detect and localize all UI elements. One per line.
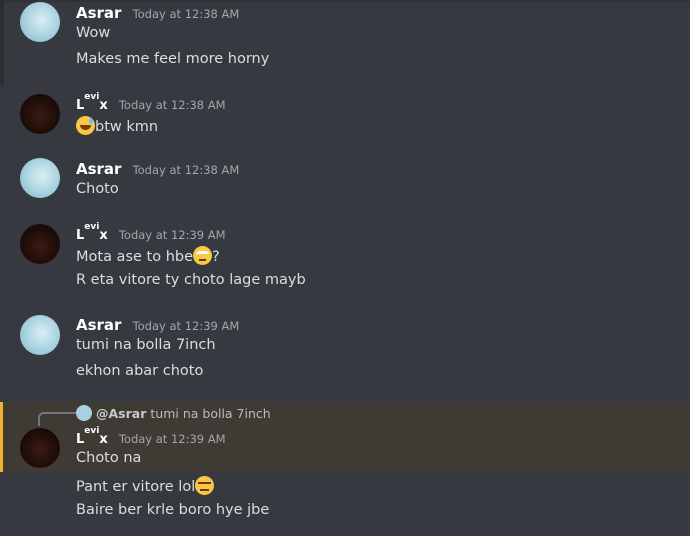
message-text: Choto [76, 181, 119, 197]
username[interactable]: Asrar [76, 160, 121, 178]
expressionless-emoji-icon [195, 476, 215, 495]
avatar[interactable] [20, 315, 60, 355]
message-header: Leviⅹ Today at 12:39 AM [76, 426, 226, 447]
reply-preview[interactable]: @Asrar tumi na bolla 7inch [76, 405, 271, 421]
username[interactable]: Leviⅹ [76, 222, 108, 243]
reply-text: tumi na bolla 7inch [150, 406, 271, 421]
message-text: ekhon abar choto [76, 363, 204, 379]
timestamp: Today at 12:39 AM [132, 319, 240, 333]
username[interactable]: Leviⅹ [76, 426, 108, 447]
message-header: Asrar Today at 12:38 AM [76, 159, 239, 178]
avatar[interactable] [20, 158, 60, 198]
message-text: Makes me feel more horny [76, 51, 270, 67]
timestamp: Today at 12:38 AM [132, 163, 240, 177]
left-edge [0, 0, 4, 85]
message-text: Baire ber krle boro hye jbe [76, 502, 270, 518]
avatar[interactable] [20, 2, 60, 42]
avatar[interactable] [20, 94, 60, 134]
reply-avatar [76, 405, 92, 421]
username[interactable]: Asrar [76, 4, 121, 22]
username[interactable]: Leviⅹ [76, 92, 108, 113]
reply-connector [38, 412, 76, 426]
username[interactable]: Asrar [76, 316, 121, 334]
message-header: Leviⅹ Today at 12:38 AM [76, 92, 226, 113]
message-text: R eta vitore ty choto lage mayb [76, 272, 306, 288]
message-text: btw kmn [76, 116, 158, 135]
timestamp: Today at 12:38 AM [132, 7, 240, 21]
timestamp: Today at 12:39 AM [118, 432, 226, 446]
message-text: Wow [76, 25, 111, 41]
message-text: Pant er vitore lol [76, 476, 215, 495]
sweat-smile-emoji-icon [76, 116, 95, 135]
avatar[interactable] [20, 224, 60, 264]
message-header: Asrar Today at 12:39 AM [76, 315, 239, 334]
message-header: Asrar Today at 12:38 AM [76, 3, 239, 22]
timestamp: Today at 12:38 AM [118, 98, 226, 112]
timestamp: Today at 12:39 AM [118, 228, 226, 242]
message-text: tumi na bolla 7inch [76, 337, 216, 353]
eye-roll-emoji-icon [193, 246, 213, 265]
message-text: Mota ase to hbe? [76, 246, 220, 265]
message-header: Leviⅹ Today at 12:39 AM [76, 222, 226, 243]
top-border [0, 0, 690, 2]
reply-username[interactable]: @Asrar [96, 406, 146, 421]
avatar[interactable] [20, 428, 60, 468]
message-text: Choto na [76, 450, 142, 466]
